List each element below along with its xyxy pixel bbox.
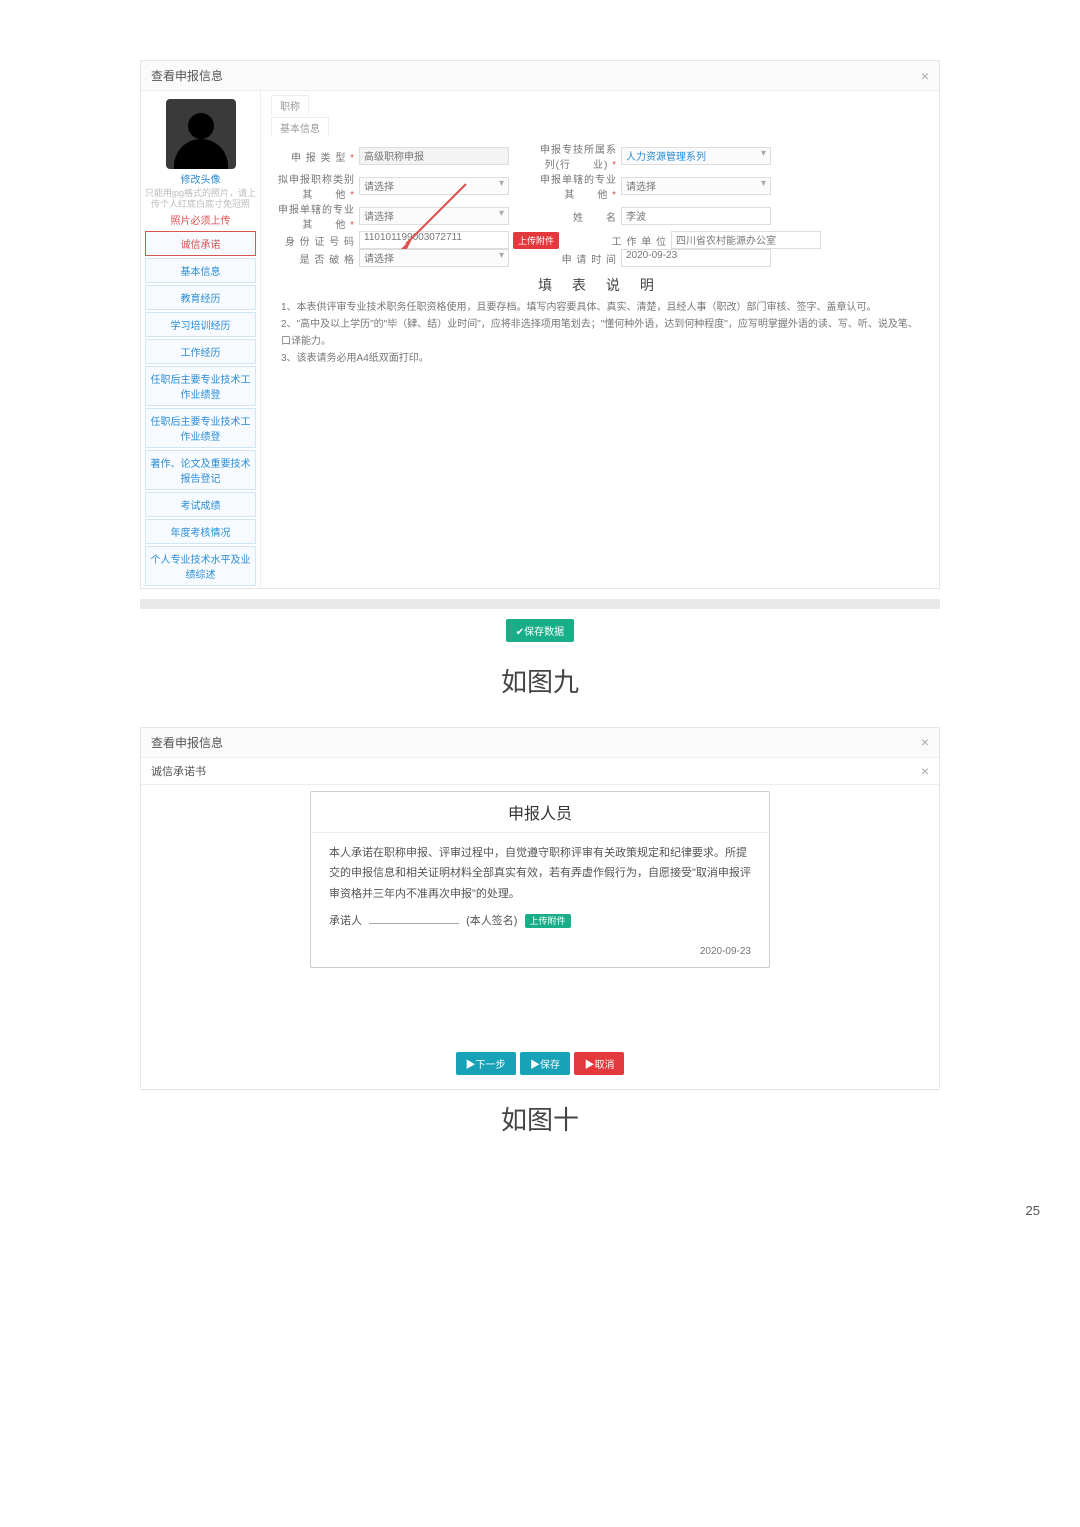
avatar[interactable] <box>166 99 236 169</box>
cancel-button[interactable]: ▶取消 <box>574 1052 624 1075</box>
next-button[interactable]: ▶下一步 <box>456 1052 516 1075</box>
save-button[interactable]: ✔保存数据 <box>506 619 574 642</box>
menu-item-1[interactable]: 基本信息 <box>145 258 256 283</box>
avatar-caption[interactable]: 修改头像 <box>141 171 260 186</box>
sel-cat[interactable]: 请选择 <box>359 177 509 195</box>
upload-hint: 照片必须上传 <box>141 212 260 227</box>
lbl-spec: 申报单辖的专业其 他 <box>533 171 621 201</box>
explain-line-0: 1、本表供评审专业技术职务任职资格使用，且要存档。填写内容要具体、真实、清楚，且… <box>281 299 919 316</box>
close-icon-2[interactable]: × <box>921 734 929 750</box>
letter-title: 申报人员 <box>311 792 769 833</box>
close-icon-3[interactable]: × <box>921 763 929 779</box>
lbl-series: 申报专技所属系列(行 业) <box>533 141 621 171</box>
sign-prefix: 承诺人 <box>329 915 362 927</box>
val-name: 李波 <box>621 207 771 225</box>
lbl-type: 申 报 类 型 <box>271 149 359 164</box>
sign-suffix: (本人签名) <box>466 915 517 927</box>
explain-line-1: 2、"高中及以上学历"的"毕（肄、结）业时间"，应将非选择项用笔划去；"懂何种外… <box>281 316 919 350</box>
tab-1[interactable]: 基本信息 <box>271 117 329 137</box>
menu-item-8[interactable]: 考试成绩 <box>145 492 256 517</box>
avatar-note: 只能用jpg格式的照片，请上传个人红底白底寸免冠照 <box>141 186 260 212</box>
side-menu: 诚信承诺 基本信息 教育经历 学习培训经历 工作经历 任职后主要专业技术工作业绩… <box>141 231 260 586</box>
lbl-date: 申 请 时 间 <box>533 251 621 266</box>
sel-series[interactable]: 人力资源管理系列 <box>621 147 771 165</box>
menu-item-10[interactable]: 个人专业技术水平及业绩综述 <box>145 546 256 586</box>
letter-date: 2020-09-23 <box>311 942 769 967</box>
close-icon[interactable]: × <box>921 68 929 84</box>
explain-line-2: 3、该表请务必用A4纸双面打印。 <box>281 350 919 367</box>
sel-spec2[interactable]: 请选择 <box>359 207 509 225</box>
figure-caption-9: 如图九 <box>140 662 940 699</box>
letter-body: 本人承诺在职称申报、评审过程中，自觉遵守职称评审有关政策规定和纪律要求。所提交的… <box>311 833 769 943</box>
panel-commitment: 查看申报信息 × 诚信承诺书 × 申报人员 本人承诺在职称申报、评审过程中，自觉… <box>140 727 940 1091</box>
tab-0[interactable]: 职称 <box>271 95 309 115</box>
lbl-unit: 工 作 单 位 <box>583 233 671 248</box>
sign-line <box>369 923 459 924</box>
menu-item-5[interactable]: 任职后主要专业技术工作业绩登 <box>145 366 256 406</box>
lbl-id: 身 份 证 号 码 <box>271 233 359 248</box>
page-number: 25 <box>0 1185 1080 1236</box>
val-unit: 四川省农村能源办公室 <box>671 231 821 249</box>
lbl-spec2: 申报单辖的专业其 他 <box>271 201 359 231</box>
panel2-title: 查看申报信息 <box>151 734 223 751</box>
tabs: 职称 基本信息 <box>271 95 929 137</box>
panel-view-info: 查看申报信息 × 修改头像 只能用jpg格式的照片，请上传个人红底白底寸免冠照 … <box>140 60 940 589</box>
val-id: 110101199003072711 <box>359 231 509 249</box>
menu-item-4[interactable]: 工作经历 <box>145 339 256 364</box>
sel-spec[interactable]: 请选择 <box>621 177 771 195</box>
menu-item-3[interactable]: 学习培训经历 <box>145 312 256 337</box>
menu-item-6[interactable]: 任职后主要专业技术工作业绩登 <box>145 408 256 448</box>
grey-bar <box>140 599 940 609</box>
lbl-break: 是 否 破 格 <box>271 251 359 266</box>
lbl-cat: 拟申报职称类别其 他 <box>271 171 359 201</box>
menu-item-7[interactable]: 著作、论文及重要技术报告登记 <box>145 450 256 490</box>
panel1-title: 查看申报信息 <box>151 67 223 84</box>
explain-title: 填 表 说 明 <box>271 275 929 295</box>
letter-body-text: 本人承诺在职称申报、评审过程中，自觉遵守职称评审有关政策规定和纪律要求。所提交的… <box>329 847 751 901</box>
commitment-letter: 申报人员 本人承诺在职称申报、评审过程中，自觉遵守职称评审有关政策规定和纪律要求… <box>310 791 770 969</box>
figure-caption-10: 如图十 <box>140 1100 940 1137</box>
menu-item-0[interactable]: 诚信承诺 <box>145 231 256 256</box>
save-button-2[interactable]: ▶保存 <box>520 1052 570 1075</box>
val-date: 2020-09-23 <box>621 249 771 267</box>
upload-attachment-btn[interactable]: 上传附件 <box>513 232 559 249</box>
val-type: 高级职称申报 <box>359 147 509 165</box>
menu-item-9[interactable]: 年度考核情况 <box>145 519 256 544</box>
sel-break[interactable]: 请选择 <box>359 249 509 267</box>
menu-item-2[interactable]: 教育经历 <box>145 285 256 310</box>
sidebar: 修改头像 只能用jpg格式的照片，请上传个人红底白底寸免冠照 照片必须上传 诚信… <box>141 91 261 588</box>
panel2-subtitle: 诚信承诺书 <box>151 763 206 779</box>
explain-text: 1、本表供评审专业技术职务任职资格使用，且要存档。填写内容要具体、真实、清楚，且… <box>271 299 929 375</box>
sign-upload-btn[interactable]: 上传附件 <box>525 914 571 928</box>
lbl-name: 姓 名 <box>533 209 621 224</box>
